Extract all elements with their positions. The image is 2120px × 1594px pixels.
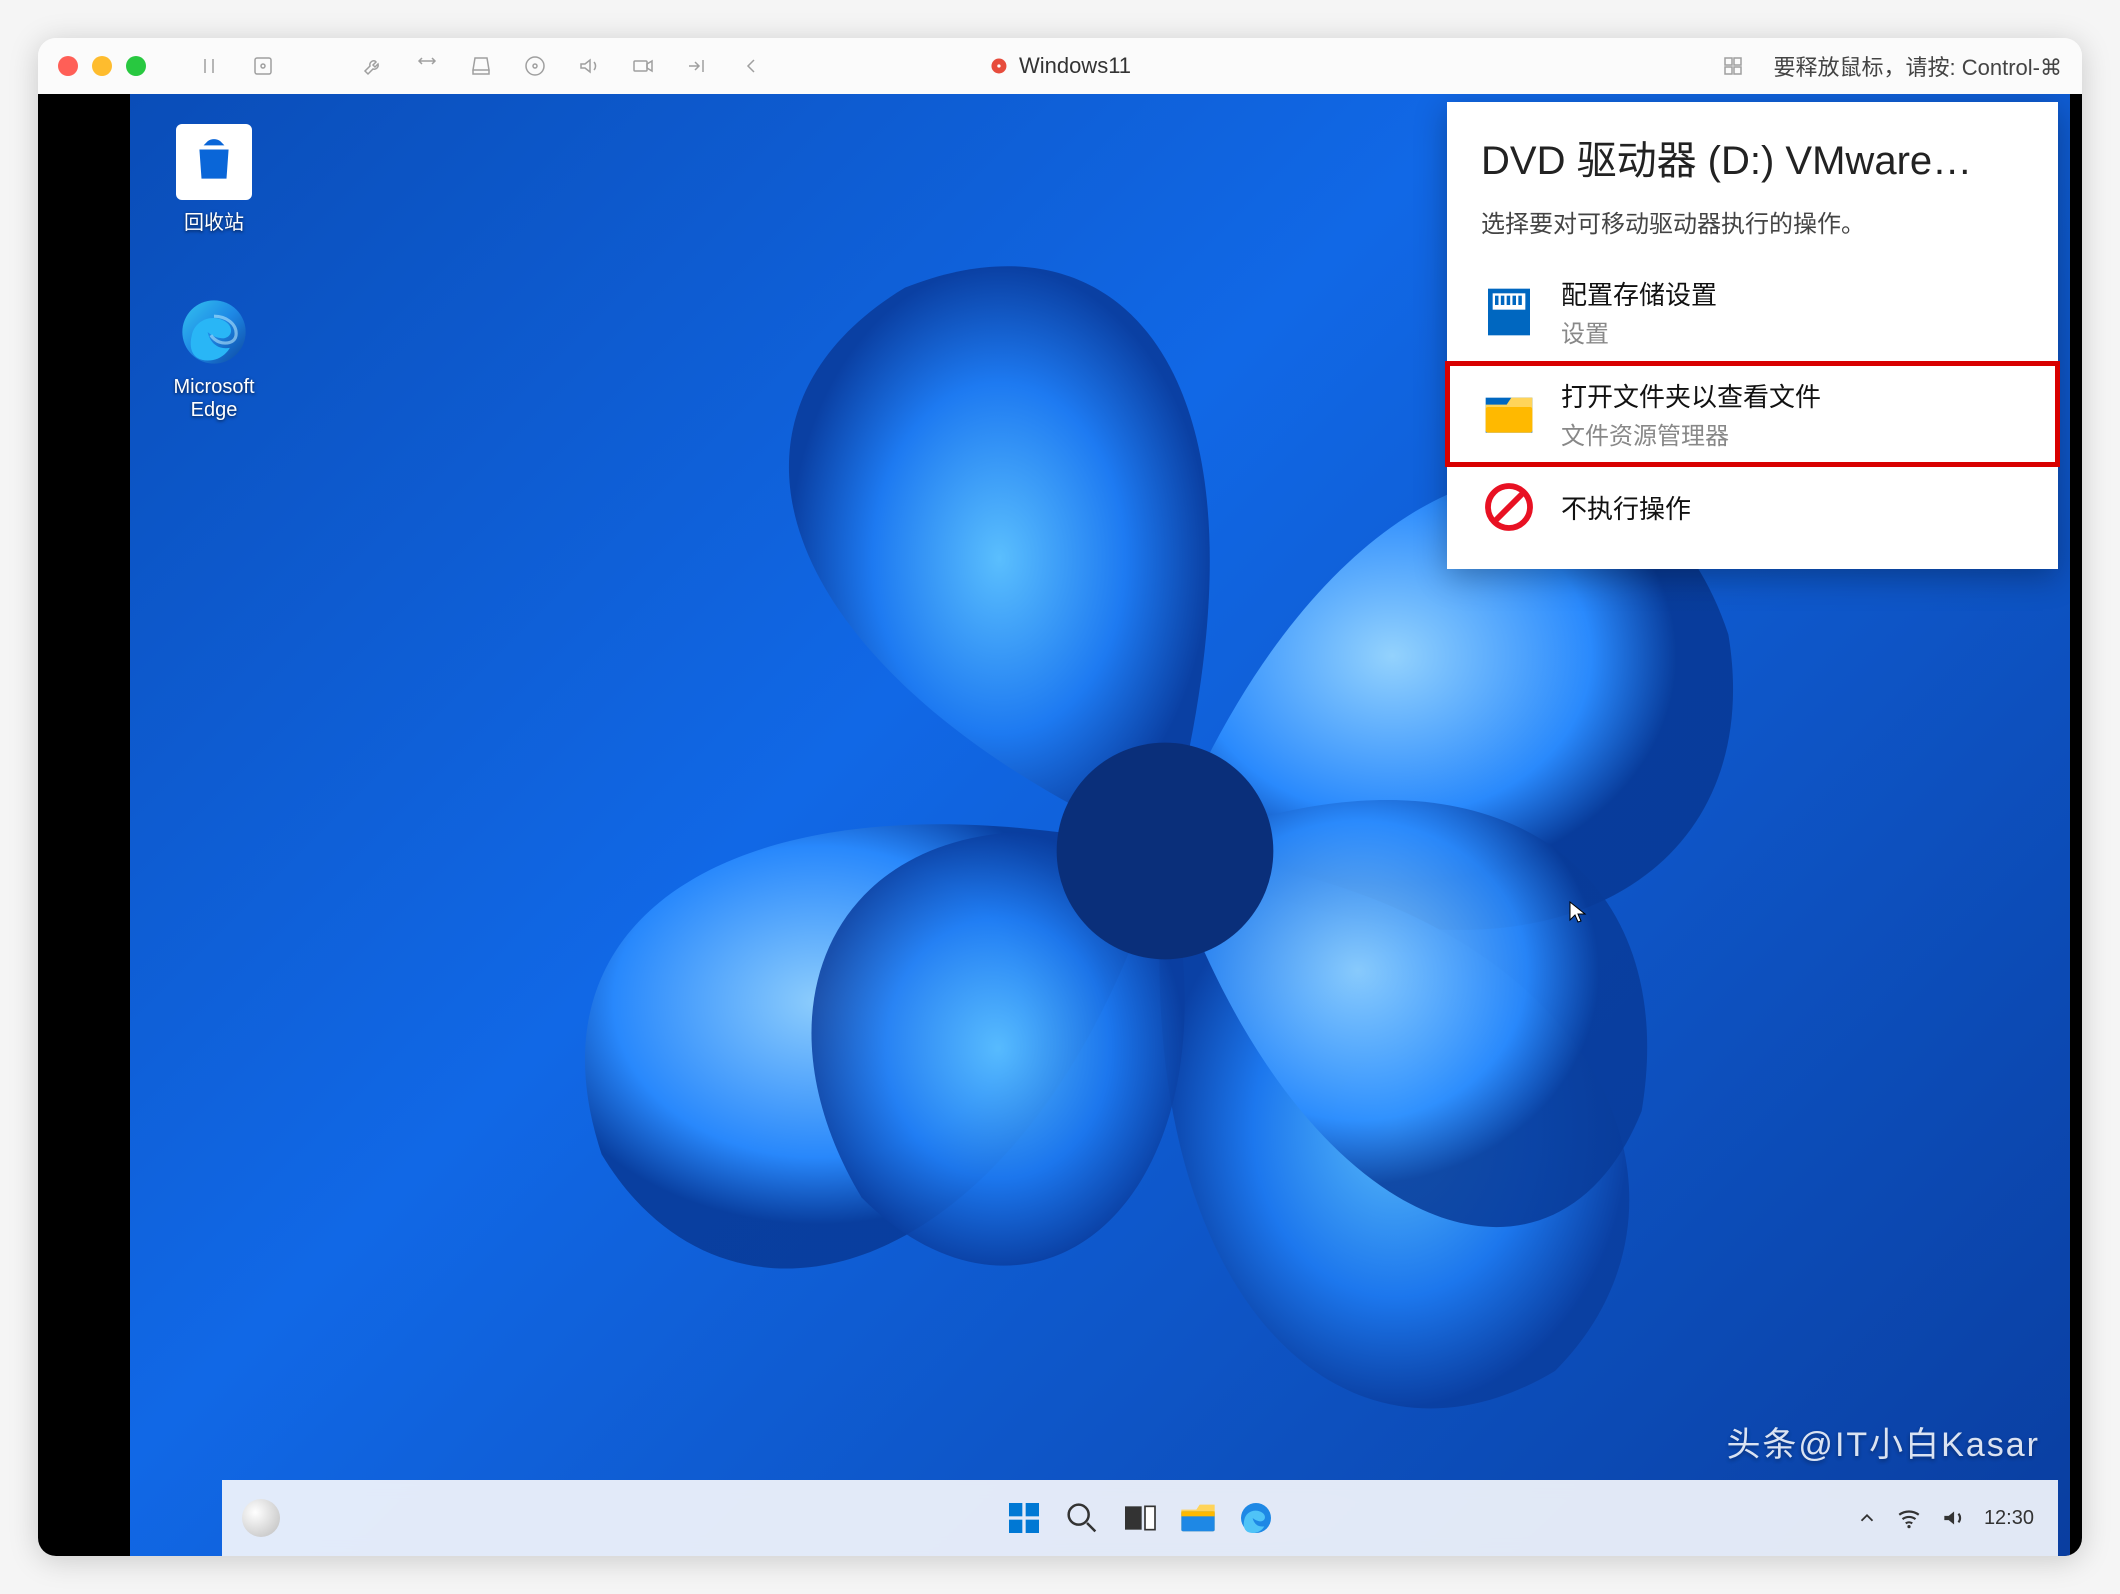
windows-desktop[interactable]: 回收站 Microsoft Edge DVD 驱动器 (D:) VMware… … <box>130 94 2070 1556</box>
autoplay-title: DVD 驱动器 (D:) VMware… <box>1481 128 2024 186</box>
cd-icon[interactable] <box>522 53 548 79</box>
autoplay-item-title: 打开文件夹以查看文件 <box>1561 377 1821 414</box>
network-icon[interactable] <box>684 53 710 79</box>
autoplay-item-open-folder[interactable]: 打开文件夹以查看文件 文件资源管理器 <box>1447 363 2058 465</box>
search-button[interactable] <box>1059 1495 1105 1541</box>
autoplay-item-sub: 文件资源管理器 <box>1561 416 1821 451</box>
start-button[interactable] <box>1001 1495 1047 1541</box>
sd-card-icon <box>1481 284 1537 340</box>
explorer-button[interactable] <box>1175 1495 1221 1541</box>
edge-label-1: Microsoft <box>154 376 274 399</box>
zoom-button[interactable] <box>126 56 146 76</box>
toolbar-left <box>196 53 764 79</box>
autoplay-toast: DVD 驱动器 (D:) VMware… 选择要对可移动驱动器执行的操作。 配置… <box>1447 102 2058 569</box>
autoplay-item-no-action[interactable]: 不执行操作 <box>1447 465 2058 549</box>
toolbar-right: 要释放鼠标，请按: Control-⌘ <box>1720 50 2062 82</box>
recycle-bin-icon[interactable]: 回收站 <box>154 124 274 235</box>
taskbar-widgets[interactable] <box>242 1499 280 1537</box>
autoplay-item-sub: 设置 <box>1561 314 1717 349</box>
minimize-button[interactable] <box>92 56 112 76</box>
wifi-icon[interactable] <box>1896 1505 1922 1531</box>
mac-titlebar: Windows11 要释放鼠标，请按: Control-⌘ <box>38 38 2082 95</box>
folder-icon <box>1481 386 1537 442</box>
taskbar[interactable]: 12:30 <box>222 1480 2058 1556</box>
wrench-icon[interactable] <box>360 53 386 79</box>
watermark: 头条@IT小白Kasar <box>1726 1417 2040 1466</box>
edge-button[interactable] <box>1233 1495 1279 1541</box>
weather-icon <box>242 1499 280 1537</box>
chevron-up-icon[interactable] <box>1856 1507 1878 1529</box>
close-button[interactable] <box>58 56 78 76</box>
volume-icon[interactable] <box>1940 1505 1966 1531</box>
release-hint: 要释放鼠标，请按: Control-⌘ <box>1774 50 2062 82</box>
back-icon[interactable] <box>738 53 764 79</box>
disc-icon <box>989 56 1009 76</box>
recycle-icon <box>189 137 239 187</box>
traffic-lights <box>58 56 146 76</box>
resize-icon[interactable] <box>414 53 440 79</box>
autoplay-item-title: 配置存储设置 <box>1561 275 1717 312</box>
pause-icon[interactable] <box>196 53 222 79</box>
no-action-icon <box>1481 479 1537 535</box>
task-view-button[interactable] <box>1117 1495 1163 1541</box>
autoplay-item-title: 不执行操作 <box>1561 489 1691 526</box>
recycle-bin-label: 回收站 <box>154 206 274 235</box>
snapshot-icon[interactable] <box>250 53 276 79</box>
sound-icon[interactable] <box>576 53 602 79</box>
system-tray[interactable]: 12:30 <box>1856 1505 2034 1531</box>
guest-screen: 回收站 Microsoft Edge DVD 驱动器 (D:) VMware… … <box>38 94 2082 1556</box>
edge-logo-icon <box>176 294 252 370</box>
clock[interactable]: 12:30 <box>1984 1507 2034 1530</box>
disk-icon[interactable] <box>468 53 494 79</box>
autoplay-item-storage[interactable]: 配置存储设置 设置 <box>1447 261 2058 363</box>
edge-icon[interactable]: Microsoft Edge <box>154 294 274 422</box>
vm-title: Windows11 <box>989 53 1131 79</box>
windows-icon[interactable] <box>1720 53 1746 79</box>
autoplay-subtitle: 选择要对可移动驱动器执行的操作。 <box>1481 204 2024 239</box>
camera-icon[interactable] <box>630 53 656 79</box>
vm-window: Windows11 要释放鼠标，请按: Control-⌘ <box>38 38 2082 1556</box>
cursor-icon <box>1566 900 1590 924</box>
vm-name-label: Windows11 <box>1019 53 1131 79</box>
edge-label-2: Edge <box>154 399 274 422</box>
